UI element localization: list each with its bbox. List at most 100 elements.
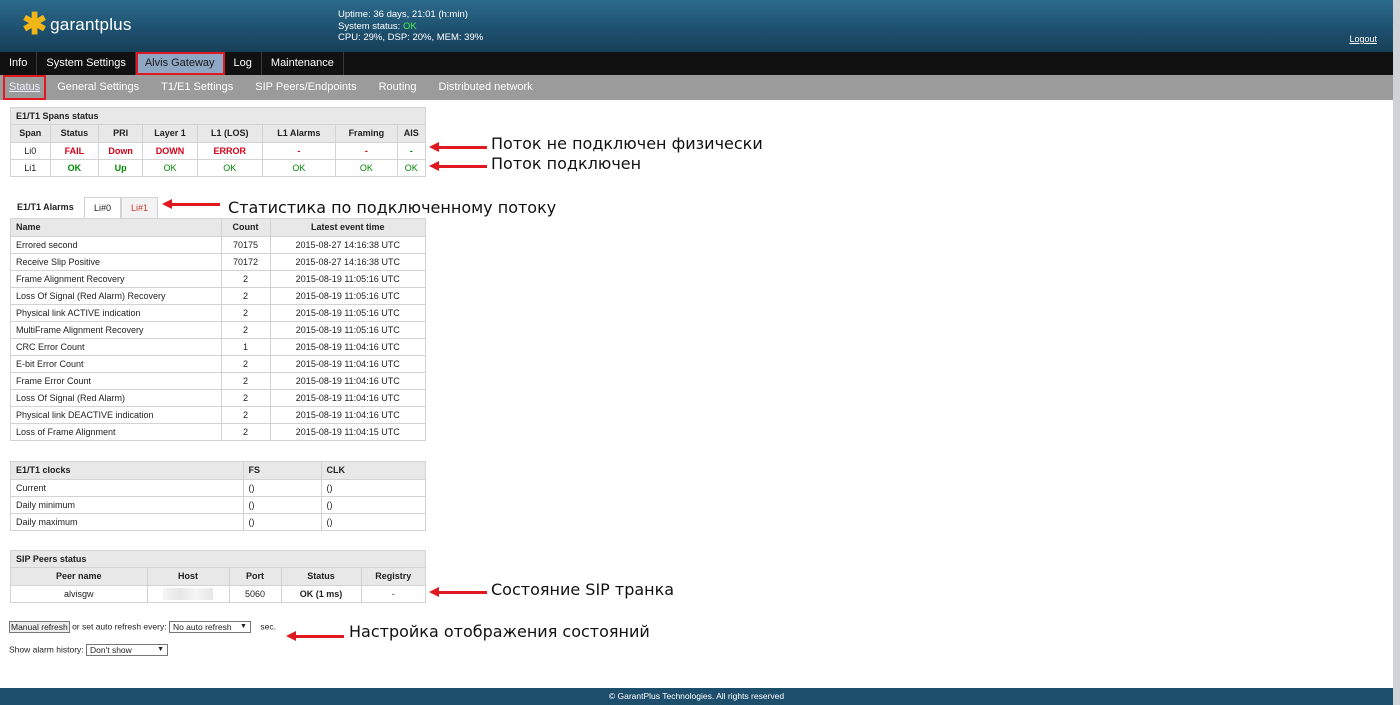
alarm-count: 70175: [221, 236, 271, 254]
col-count: Count: [221, 219, 271, 237]
subtab-t1e1-settings[interactable]: T1/E1 Settings: [150, 75, 244, 100]
scrollbar[interactable]: [1393, 0, 1400, 705]
table-row: Loss Of Signal (Red Alarm) Recovery 2 2015…: [11, 287, 425, 305]
system-info: Uptime: 36 days, 21:01 (h:min) System st…: [338, 9, 483, 44]
alarm-history-value: Don't show: [90, 645, 132, 655]
tab-system-settings[interactable]: System Settings: [37, 52, 136, 75]
col-port: Port: [229, 568, 282, 586]
table-row: alvisgw 5060 OK (1 ms) -: [11, 585, 425, 602]
col-status: Status: [281, 568, 362, 586]
col-ais: AIS: [397, 125, 425, 143]
system-status: System status: OK: [338, 21, 483, 33]
tab-maintenance[interactable]: Maintenance: [262, 52, 344, 75]
tab-alvis-gateway[interactable]: Alvis Gateway: [135, 52, 225, 75]
arrow-icon: [429, 142, 487, 152]
annotation-sip-state: Состояние SIP транка: [491, 580, 675, 599]
col-clk: CLK: [321, 462, 425, 480]
star-icon: ✱: [22, 8, 48, 41]
alarm-latest-time: 2015-08-19 11:05:16 UTC: [270, 270, 425, 288]
alarm-count: 2: [221, 270, 271, 288]
span-l1-alarms: OK: [262, 159, 337, 176]
auto-refresh-select[interactable]: No auto refresh ▼: [168, 621, 251, 633]
alarm-latest-time: 2015-08-19 11:04:16 UTC: [270, 406, 425, 424]
main-nav: Info System Settings Alvis Gateway Log M…: [0, 52, 1393, 75]
logout-link[interactable]: Logout: [1349, 34, 1377, 44]
alarm-count: 2: [221, 287, 271, 305]
span-status: FAIL: [50, 142, 100, 160]
peer-host: [147, 585, 230, 602]
col-l1-alarms: L1 Alarms: [262, 125, 337, 143]
col-status: Status: [50, 125, 100, 143]
alarm-name: Physical link ACTIVE indication: [11, 304, 222, 322]
annotation-stats: Статистика по подключенному потоку: [228, 198, 557, 217]
span-l1-los: OK: [197, 159, 263, 176]
alarm-name: CRC Error Count: [11, 338, 222, 356]
alarms-table: Name Count Latest event time Errored sec…: [11, 219, 425, 440]
col-name: Name: [11, 219, 222, 237]
table-row: Daily minimum () (): [11, 496, 425, 514]
span-framing: OK: [335, 159, 398, 176]
span-pri: Down: [98, 142, 143, 160]
alarm-name: Loss of Frame Alignment: [11, 423, 222, 440]
clock-clk: (): [321, 496, 425, 514]
arrow-icon: [429, 587, 487, 597]
alarm-latest-time: 2015-08-19 11:04:16 UTC: [270, 338, 425, 356]
subtab-distributed-network[interactable]: Distributed network: [428, 75, 544, 100]
alarm-latest-time: 2015-08-19 11:05:16 UTC: [270, 287, 425, 305]
col-latest-event: Latest event time: [270, 219, 425, 237]
tab-log[interactable]: Log: [225, 52, 262, 75]
spans-header-row: Span Status PRI Layer 1 L1 (LOS) L1 Alar…: [11, 125, 425, 143]
alarm-name: Loss Of Signal (Red Alarm): [11, 389, 222, 407]
annotation-connected: Поток подключен: [491, 154, 642, 173]
tab-info[interactable]: Info: [0, 52, 38, 75]
clocks-header-row: E1/T1 clocks FS CLK: [11, 462, 425, 480]
subtab-general-settings[interactable]: General Settings: [46, 75, 150, 100]
manual-refresh-button[interactable]: Manual refresh: [9, 621, 70, 633]
col-framing: Framing: [335, 125, 398, 143]
clock-fs: (): [243, 496, 322, 514]
tab-li1[interactable]: Li#1: [121, 197, 159, 218]
redacted-host: [163, 587, 213, 600]
logo: ✱ garantplus: [22, 8, 132, 41]
span-ais: -: [397, 142, 425, 160]
col-pri: PRI: [98, 125, 143, 143]
alarm-name: Frame Error Count: [11, 372, 222, 390]
col-clocks: E1/T1 clocks: [11, 462, 244, 480]
alarm-name: Frame Alignment Recovery: [11, 270, 222, 288]
dropdown-arrow-icon: ▼: [240, 623, 247, 630]
refresh-text: or set auto refresh every:: [72, 621, 167, 632]
alarms-panel: Name Count Latest event time Errored sec…: [10, 218, 426, 441]
spans-status-panel: E1/T1 Spans status Span Status PRI Layer…: [10, 107, 426, 177]
sip-header-row: Peer name Host Port Status Registry: [11, 568, 425, 586]
span-status: OK: [50, 159, 100, 176]
clock-clk: (): [321, 479, 425, 497]
auto-refresh-value: No auto refresh: [172, 622, 232, 632]
col-peer-name: Peer name: [11, 568, 148, 586]
clock-label: Current: [11, 479, 244, 497]
alarm-latest-time: 2015-08-19 11:04:16 UTC: [270, 372, 425, 390]
subtab-routing[interactable]: Routing: [368, 75, 428, 100]
table-row: Errored second 70175 2015-08-27 14:16:38 U…: [11, 236, 425, 254]
subtab-status[interactable]: Status: [3, 75, 47, 100]
system-status-label: System status:: [338, 20, 403, 32]
alarm-count: 2: [221, 406, 271, 424]
table-row: Daily maximum () (): [11, 513, 425, 530]
alarm-name: Physical link DEACTIVE indication: [11, 406, 222, 424]
alarm-count: 2: [221, 389, 271, 407]
spans-table: Span Status PRI Layer 1 L1 (LOS) L1 Alar…: [11, 125, 425, 176]
table-row: Physical link DEACTIVE indication 2 2015-0…: [11, 406, 425, 424]
spans-status-title: E1/T1 Spans status: [11, 108, 425, 125]
alarm-history-select[interactable]: Don't show ▼: [86, 644, 169, 656]
arrow-icon: [162, 199, 220, 209]
sip-peers-title: SIP Peers status: [11, 551, 425, 568]
table-row: CRC Error Count 1 2015-08-19 11:04:16 UTC: [11, 338, 425, 356]
subtab-sip-peers[interactable]: SIP Peers/Endpoints: [244, 75, 367, 100]
peer-name: alvisgw: [11, 585, 148, 602]
table-row: Li0 FAIL Down DOWN ERROR - - -: [11, 142, 425, 160]
table-row: E-bit Error Count 2 2015-08-19 11:04:16 UT…: [11, 355, 425, 373]
alarm-name: Receive Slip Positive: [11, 253, 222, 271]
span-l1-los: ERROR: [197, 142, 263, 160]
tab-li0[interactable]: Li#0: [84, 197, 122, 218]
alarms-header-row: Name Count Latest event time: [11, 219, 425, 237]
table-row: Loss of Frame Alignment 2 2015-08-19 11:04…: [11, 423, 425, 440]
